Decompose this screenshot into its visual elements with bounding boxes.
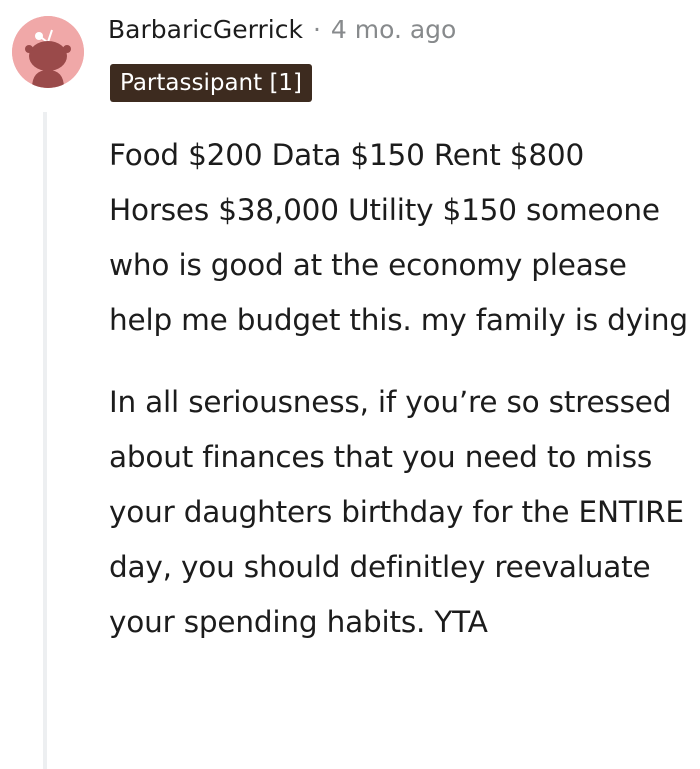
comment-meta: BarbaricGerrick · 4 mo. ago — [108, 10, 456, 50]
thread-collapse-line[interactable] — [43, 112, 47, 769]
comment-paragraph: Food $200 Data $150 Rent $800 Horses $38… — [109, 138, 688, 337]
meta-separator: · — [312, 15, 321, 44]
user-flair-badge: Partassipant [1] — [110, 64, 313, 102]
comment-age[interactable]: 4 mo. ago — [331, 10, 456, 50]
comment-author[interactable]: BarbaricGerrick — [108, 10, 303, 50]
comment-body: Food $200 Data $150 Rent $800 Horses $38… — [109, 128, 689, 650]
user-avatar-icon[interactable] — [12, 16, 84, 88]
comment: BarbaricGerrick · 4 mo. ago Partassipant… — [0, 0, 700, 769]
comment-paragraph: In all seriousness, if you’re so stresse… — [109, 385, 684, 639]
snoo-avatar-icon — [12, 16, 84, 88]
